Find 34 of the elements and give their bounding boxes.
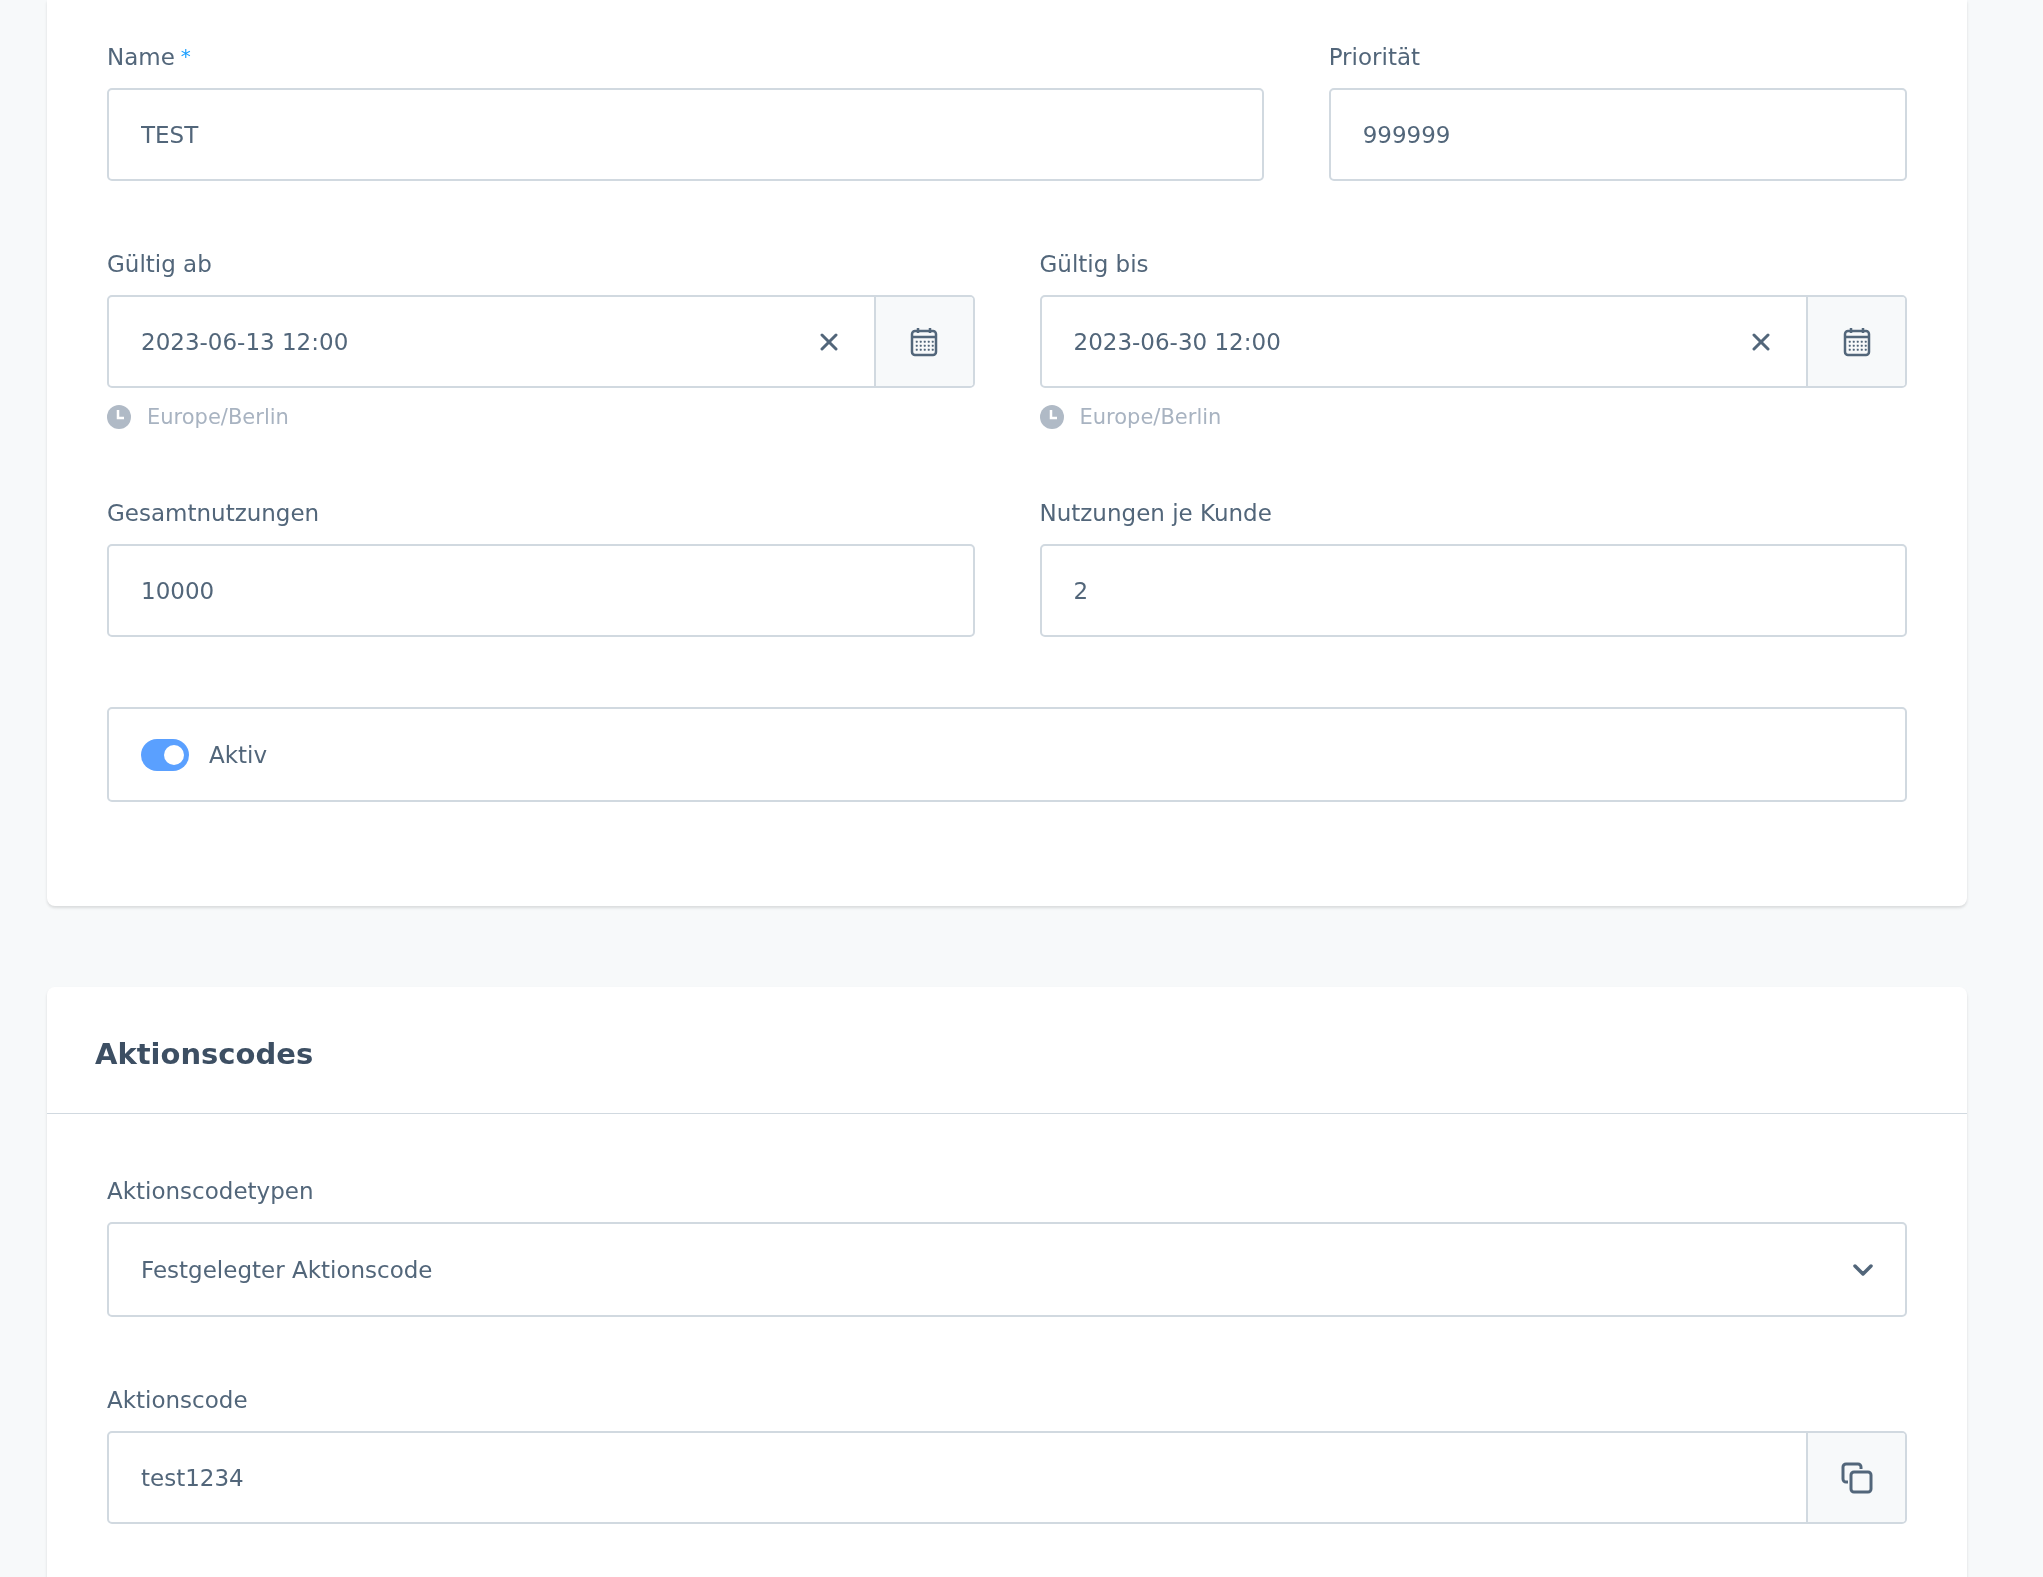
uses-per-customer-field[interactable]: 2 — [1039, 544, 1907, 637]
name-field[interactable]: TEST — [107, 88, 1264, 181]
toggle-label: Aktiv — [209, 741, 268, 768]
priority-field[interactable]: 999999 — [1328, 88, 1907, 181]
date-field[interactable]: 2023-06-13 12:00 — [109, 297, 816, 386]
required-mark: * — [180, 44, 191, 70]
calendar-icon — [910, 326, 938, 357]
calendar-button[interactable] — [1806, 297, 1905, 386]
copy-icon — [1840, 1461, 1873, 1494]
timezone-hint: Europe/Berlin — [1079, 405, 1222, 429]
field-label: Aktionscode — [107, 1387, 248, 1413]
field-label: Name — [107, 44, 175, 70]
field-label: Gesamtnutzungen — [107, 500, 320, 526]
field-label: Priorität — [1328, 44, 1421, 70]
date-field[interactable]: 2023-06-30 12:00 — [1041, 297, 1748, 386]
chevron-down-icon — [1853, 1263, 1873, 1276]
clock-icon — [1039, 405, 1064, 429]
timezone-hint: Europe/Berlin — [147, 405, 289, 429]
select-field[interactable]: Festgelegter Aktionscode — [107, 1222, 1907, 1317]
field-label: Gültig bis — [1039, 251, 1149, 277]
field-label: Gültig ab — [107, 251, 212, 277]
date-field-frame[interactable]: 2023-06-30 12:00 — [1039, 295, 1907, 388]
copy-button[interactable] — [1806, 1433, 1905, 1522]
close-icon — [1752, 332, 1770, 351]
card-title: Aktionscodes — [95, 1037, 315, 1071]
clock-icon — [107, 405, 131, 429]
field-label: Nutzungen je Kunde — [1039, 500, 1272, 526]
calendar-button[interactable] — [873, 297, 973, 386]
calendar-icon — [1842, 326, 1871, 357]
close-icon — [819, 332, 838, 351]
total-uses-field[interactable]: 10000 — [107, 544, 975, 637]
toggle-switch[interactable] — [141, 738, 189, 771]
date-field-frame[interactable]: 2023-06-13 12:00 — [107, 295, 975, 388]
field-label: Aktionscodetypen — [107, 1178, 314, 1204]
